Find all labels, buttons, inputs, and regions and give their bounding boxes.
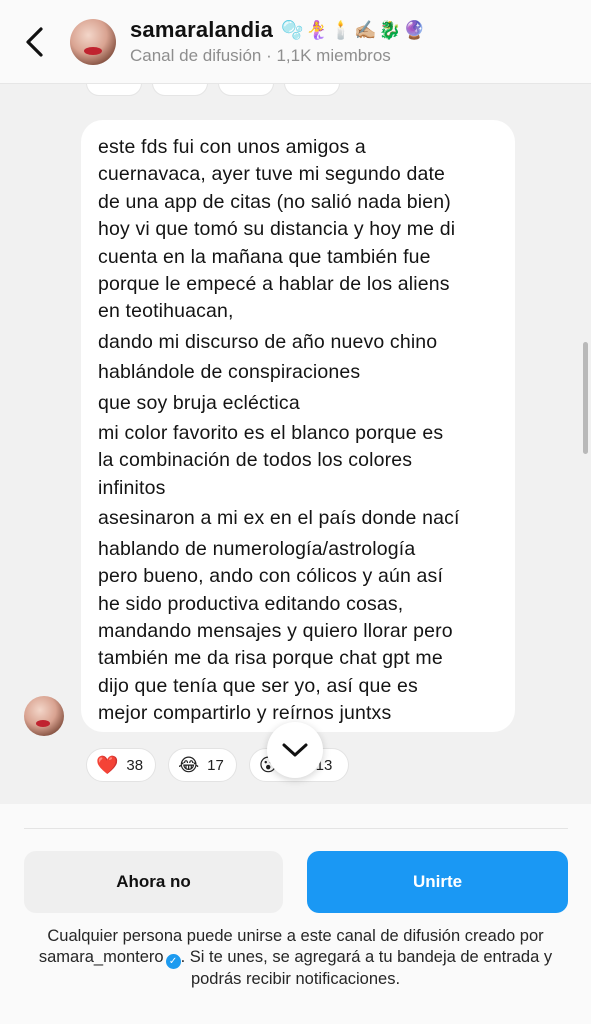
reaction-chip[interactable] bbox=[152, 84, 208, 96]
reaction-count: 38 bbox=[126, 756, 144, 774]
message-line: cuenta en la mañana que también fue bbox=[98, 245, 431, 268]
message-line: mi color favorito es el blanco porque es bbox=[98, 422, 444, 445]
message-line: dijo que tenía que ser yo, así que es bbox=[98, 674, 418, 697]
message-line: también me da risa porque chat gpt me bbox=[98, 647, 443, 670]
scrollbar[interactable] bbox=[583, 342, 588, 454]
message-line: cuernavaca, ayer tuve mi segundo date bbox=[98, 163, 446, 186]
channel-header: samaralandia 🫧🧜‍♀️🕯️✍🏼🐉🔮 Canal de difusi… bbox=[0, 0, 591, 84]
message-line: mandando mensajes y quiero llorar pero bbox=[98, 619, 453, 642]
sender-avatar[interactable] bbox=[24, 696, 64, 736]
join-disclaimer: Cualquier persona puede unirse a este ca… bbox=[30, 926, 561, 990]
chevron-left-icon bbox=[26, 26, 43, 57]
message-line: este fds fui con unos amigos a bbox=[98, 136, 366, 158]
laughing-emoji-icon: 😂 bbox=[178, 754, 200, 775]
scroll-to-bottom-button[interactable] bbox=[267, 722, 323, 778]
message-line: dando mi discurso de año nuevo chino bbox=[98, 330, 438, 353]
channel-avatar[interactable] bbox=[70, 18, 116, 65]
divider bbox=[24, 828, 568, 829]
verified-icon: ✓ bbox=[165, 954, 181, 969]
channel-subtitle: Canal de difusión · 1,1K miembros bbox=[130, 46, 391, 65]
reaction-heart[interactable]: ❤️ 38 bbox=[86, 748, 157, 782]
back-button[interactable] bbox=[0, 0, 70, 84]
message-bubble[interactable]: este fds fui con unos amigos a cuernavac… bbox=[81, 120, 515, 732]
channel-emojis: 🫧🧜‍♀️🕯️✍🏼🐉🔮 bbox=[281, 19, 428, 40]
message-line: en teotihuacan, bbox=[98, 300, 234, 323]
reaction-chip[interactable] bbox=[284, 84, 340, 96]
message-thread[interactable]: este fds fui con unos amigos a cuernavac… bbox=[0, 84, 591, 804]
channel-info[interactable]: samaralandia 🫧🧜‍♀️🕯️✍🏼🐉🔮 Canal de difusi… bbox=[130, 17, 428, 66]
reaction-laugh[interactable]: 😂 17 bbox=[168, 748, 237, 782]
message-line: infinitos bbox=[98, 476, 166, 499]
chevron-down-icon bbox=[282, 743, 308, 757]
message-line: pero bueno, ando con cólicos y aún así bbox=[98, 565, 444, 588]
message-line: hablándole de conspiraciones bbox=[98, 361, 361, 384]
reaction-chip[interactable] bbox=[86, 84, 142, 96]
message-line: asesinaron a mi ex en el país donde nací bbox=[98, 507, 460, 530]
reaction-chip[interactable] bbox=[218, 84, 274, 96]
reaction-count: 17 bbox=[207, 756, 224, 774]
message-line: la combinación de todos los colores bbox=[98, 449, 413, 472]
join-prompt: Ahora no Unirte Cualquier persona puede … bbox=[0, 804, 591, 1024]
join-button[interactable]: Unirte bbox=[307, 851, 568, 913]
message-line: porque le empecé a hablar de los aliens bbox=[98, 273, 450, 296]
message-line: hablando de numerología/astrología bbox=[98, 537, 416, 560]
not-now-button[interactable]: Ahora no bbox=[24, 851, 283, 913]
heart-emoji-icon: ❤️ bbox=[96, 754, 119, 775]
message-line: he sido productiva editando cosas, bbox=[98, 592, 404, 615]
message-line: que soy bruja ecléctica bbox=[98, 391, 300, 414]
message-line: de una app de citas (no salió nada bien) bbox=[98, 190, 451, 213]
message-line: hoy vi que tomó su distancia y hoy me di bbox=[98, 218, 456, 241]
channel-name: samaralandia bbox=[130, 17, 274, 42]
disclaimer-text: . Si te unes, se agregará a tu bandeja d… bbox=[180, 948, 553, 988]
previous-message-reactions bbox=[86, 84, 340, 96]
channel-title: samaralandia 🫧🧜‍♀️🕯️✍🏼🐉🔮 bbox=[130, 17, 428, 43]
